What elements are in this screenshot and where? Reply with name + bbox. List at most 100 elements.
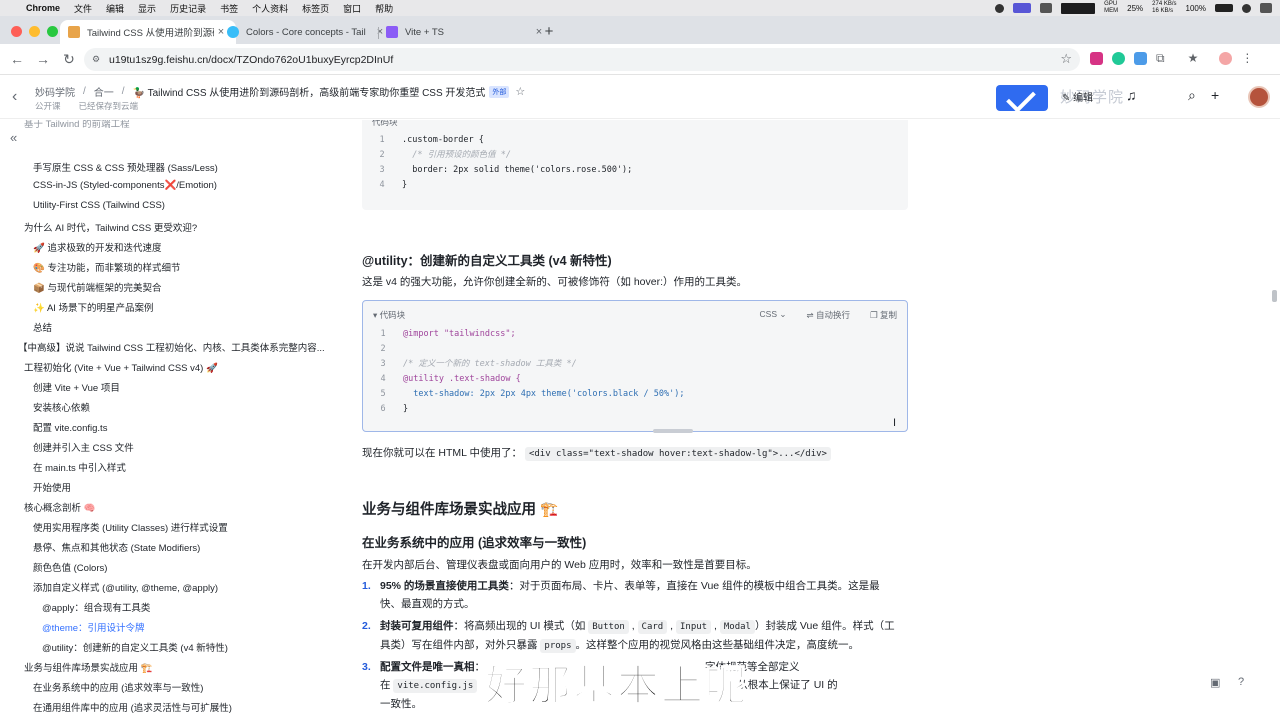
toc-item-cut[interactable]: 基于 Tailwind 的前端工程 bbox=[24, 120, 130, 130]
page-scrollbar-thumb[interactable] bbox=[1272, 290, 1277, 302]
menu-app-name[interactable]: Chrome bbox=[26, 3, 60, 13]
address-bar[interactable]: ⚙ u19tu1sz9g.feishu.cn/docx/TZOndo762oU1… bbox=[84, 48, 1080, 71]
menu-bookmarks[interactable]: 书签 bbox=[220, 2, 238, 15]
doc-title[interactable]: 🦆 Tailwind CSS 从使用进阶到源码剖析，高级前端专家助你重塑 CSS… bbox=[133, 84, 486, 99]
toc-item[interactable]: 创建 Vite + Vue 项目 bbox=[33, 380, 120, 394]
tab-tailwind-colors[interactable]: Colors - Core concepts - Tail × bbox=[219, 20, 395, 44]
menu-history[interactable]: 历史记录 bbox=[170, 2, 206, 15]
toc-item[interactable]: 为什么 AI 时代，Tailwind CSS 更受欢迎? bbox=[24, 220, 197, 234]
avatar[interactable] bbox=[1248, 86, 1270, 108]
menu-tabs[interactable]: 标签页 bbox=[302, 2, 329, 15]
toc-item[interactable]: 业务与组件库场景实战应用 🏗️ bbox=[24, 660, 152, 674]
menu-profiles[interactable]: 个人资料 bbox=[252, 2, 288, 15]
bookmark-star-icon[interactable]: ☆ bbox=[1060, 51, 1072, 67]
toc-item[interactable]: 【中高级】说说 Tailwind CSS 工程初始化、内核、工具类体系完整内容.… bbox=[18, 340, 325, 354]
code-block-theme: 代码块 1 .custom-border { 2 /* 引用预设的颜色值 */ 3… bbox=[362, 120, 908, 210]
menu-edit[interactable]: 编辑 bbox=[106, 2, 124, 15]
screen-share-icon[interactable] bbox=[1013, 3, 1032, 13]
tab-vite-ts[interactable]: Vite + TS × bbox=[378, 20, 554, 44]
battery-icon[interactable] bbox=[1215, 4, 1233, 12]
toc-item[interactable]: 总结 bbox=[33, 320, 52, 334]
tailwind-favicon-icon bbox=[227, 26, 239, 38]
collapse-sidebar-icon[interactable]: « bbox=[10, 130, 17, 145]
reload-icon[interactable]: ↻ bbox=[56, 51, 82, 68]
monitor-icon[interactable] bbox=[1040, 3, 1053, 13]
site-info-icon[interactable]: ⚙ bbox=[92, 54, 104, 65]
toc-item[interactable]: 🚀 追求极致的开发和迭代速度 bbox=[33, 240, 161, 254]
menu-view[interactable]: 显示 bbox=[138, 2, 156, 15]
menu-help[interactable]: 帮助 bbox=[375, 2, 393, 15]
auto-wrap-button[interactable]: ⇌ 自动换行 bbox=[807, 309, 851, 321]
menu-window[interactable]: 窗口 bbox=[343, 2, 361, 15]
language-select[interactable]: CSS ⌄ bbox=[760, 309, 787, 321]
edit-button[interactable]: ✎ 编辑 bbox=[1062, 89, 1093, 104]
toc-item[interactable]: Utility-First CSS (Tailwind CSS) bbox=[33, 200, 165, 211]
close-window-button[interactable] bbox=[11, 26, 22, 37]
code-block-label[interactable]: ▾ 代码块 bbox=[373, 309, 405, 321]
window-controls bbox=[11, 26, 58, 37]
toc-item[interactable]: 在业务系统中的应用 (追求效率与一致性) bbox=[33, 680, 203, 694]
toc-item[interactable]: 添加自定义样式 (@utility, @theme, @apply) bbox=[33, 580, 218, 594]
extension-green-icon[interactable] bbox=[1112, 52, 1125, 65]
browser-menu-icon[interactable]: ⋮ bbox=[1241, 52, 1253, 65]
menu-file[interactable]: 文件 bbox=[74, 2, 92, 15]
toc-item[interactable]: 📦 与现代前端框架的完美契合 bbox=[33, 280, 161, 294]
list-item: 1. 95% 的场景直接使用工具类：对于页面布局、卡片、表单等，直接在 Vue 组… bbox=[362, 580, 880, 610]
toc-item[interactable]: @utility：创建新的自定义工具类 (v4 新特性) bbox=[42, 640, 228, 654]
code-line: 4} bbox=[379, 180, 408, 190]
code-horizontal-scrollbar[interactable] bbox=[653, 429, 693, 433]
tab-tailwind-doc[interactable]: Tailwind CSS 从使用进阶到源码 × bbox=[60, 20, 236, 44]
favorite-star-icon[interactable]: ☆ bbox=[515, 85, 525, 98]
help-icon[interactable]: ? bbox=[1238, 676, 1244, 688]
maximize-window-button[interactable] bbox=[47, 26, 58, 37]
feedback-icon[interactable]: ▣ bbox=[1210, 676, 1220, 689]
toc-item[interactable]: 创建并引入主 CSS 文件 bbox=[33, 440, 134, 454]
toc-item[interactable]: 颜色色值 (Colors) bbox=[33, 560, 107, 574]
back-arrow-icon[interactable]: ← bbox=[4, 51, 30, 67]
minimize-window-button[interactable] bbox=[29, 26, 40, 37]
record-icon[interactable] bbox=[995, 3, 1005, 13]
profile-icon[interactable] bbox=[1219, 52, 1233, 65]
extensions-puzzle-icon[interactable]: ⧉ bbox=[1156, 52, 1165, 65]
toc-item[interactable]: @theme：引用设计令牌 bbox=[42, 620, 145, 634]
toc-item[interactable]: 手写原生 CSS & CSS 预处理器 (Sass/Less) bbox=[33, 160, 218, 174]
toc-item[interactable]: 开始使用 bbox=[33, 480, 71, 494]
code-block-utility[interactable]: ▾ 代码块 CSS ⌄ ⇌ 自动换行 ❐ 复制 1 @import "tailwi… bbox=[362, 300, 908, 433]
doc-back-icon[interactable]: ‹ bbox=[12, 88, 17, 106]
toc-item[interactable]: 使用实用程序类 (Utility Classes) 进行样式设置 bbox=[33, 520, 228, 534]
toc-item[interactable]: 悬停、焦点和其他状态 (State Modifiers) bbox=[33, 540, 200, 554]
external-tag: 外部 bbox=[489, 85, 510, 98]
new-tab-plus-icon[interactable]: + bbox=[540, 23, 558, 41]
breadcrumb-mid[interactable]: 合一 bbox=[94, 84, 114, 99]
toc-item[interactable]: 🎨 专注功能，而非繁琐的样式细节 bbox=[33, 260, 180, 274]
add-icon[interactable]: + bbox=[1211, 87, 1219, 103]
toc-item[interactable]: @apply：组合现有工具类 bbox=[42, 600, 150, 614]
control-center-icon[interactable] bbox=[1260, 3, 1272, 13]
extension-download-icon[interactable] bbox=[1090, 52, 1103, 65]
brand-logo-icon bbox=[996, 85, 1048, 111]
bookmarks-icon[interactable]: ★ bbox=[1188, 52, 1199, 65]
toc-item[interactable]: CSS-in-JS (Styled-components❌/Emotion) bbox=[33, 180, 217, 191]
extension-blue-icon[interactable] bbox=[1134, 52, 1147, 65]
search-icon[interactable]: ⌕ bbox=[1188, 87, 1196, 104]
mac-menubar: Chrome 文件 编辑 显示 历史记录 书签 个人资料 标签页 窗口 帮助 G… bbox=[0, 0, 1280, 16]
code-line: 3/* 定义一个新的 text-shadow 工具类 */ bbox=[380, 359, 577, 369]
cpu-stat: 25% bbox=[1127, 3, 1144, 13]
forward-arrow-icon[interactable]: → bbox=[30, 51, 56, 67]
usage-inline-code: <div class="text-shadow hover:text-shado… bbox=[524, 447, 831, 461]
toc-item[interactable]: 在通用组件库中的应用 (追求灵活性与可扩展性) bbox=[33, 700, 232, 714]
toc-item[interactable]: ✨ AI 场景下的明星产品案例 bbox=[33, 300, 154, 314]
network-stat: 274 KB/s 16 KB/s bbox=[1152, 1, 1177, 14]
toc-item[interactable]: 在 main.ts 中引入样式 bbox=[33, 460, 126, 474]
tab-strip: Tailwind CSS 从使用进阶到源码 × Colors - Core co… bbox=[0, 16, 1280, 44]
toc-item[interactable]: 工程初始化 (Vite + Vue + Tailwind CSS v4) 🚀 bbox=[24, 360, 218, 374]
toc-item[interactable]: 核心概念剖析 🧠 bbox=[24, 500, 95, 514]
wifi-icon[interactable] bbox=[1242, 3, 1251, 13]
copy-button[interactable]: ❐ 复制 bbox=[870, 309, 897, 321]
code-line: 2 /* 引用预设的颜色值 */ bbox=[379, 150, 511, 160]
toc-item[interactable]: 安装核心依赖 bbox=[33, 400, 90, 414]
code-toolbar: CSS ⌄ ⇌ 自动换行 ❐ 复制 bbox=[760, 309, 897, 321]
breadcrumb-root[interactable]: 妙码学院 bbox=[35, 84, 75, 99]
toc-item[interactable]: 配置 vite.config.ts bbox=[33, 420, 107, 434]
notification-bell-icon[interactable]: ♫ bbox=[1126, 87, 1137, 103]
